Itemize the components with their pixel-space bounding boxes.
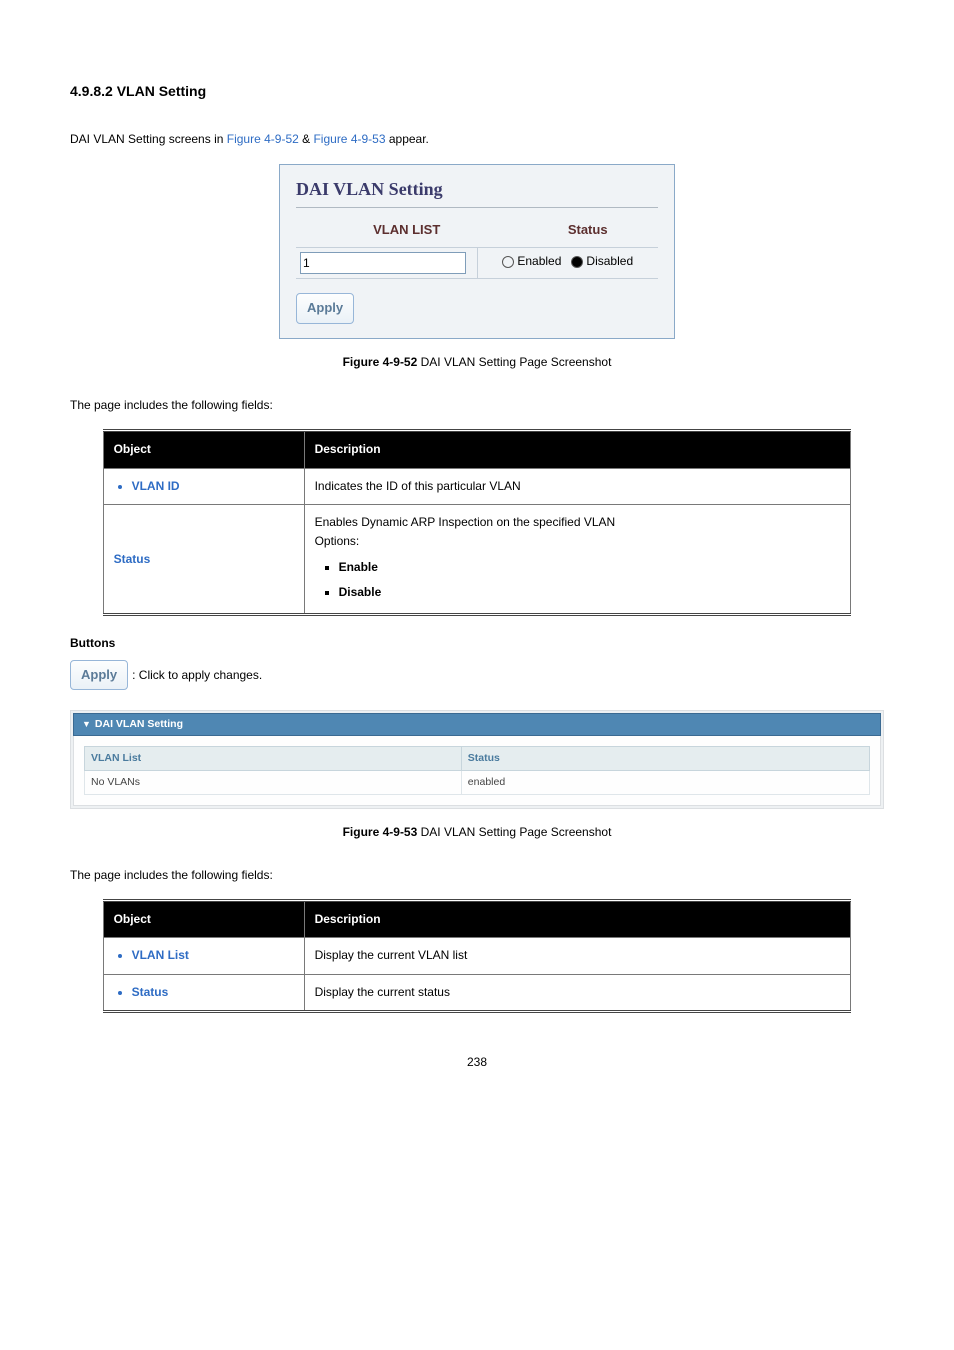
table-row: Status Enables Dynamic ARP Inspection on… [103, 504, 851, 615]
table1-obj-vlan-id: VLAN ID [132, 477, 294, 496]
section-heading: 4.9.8.2 VLAN Setting [70, 80, 884, 102]
table-row: No VLANs enabled [85, 771, 870, 795]
panel-input-row: Enabled Disabled [296, 247, 658, 279]
table2-header-description: Description [304, 901, 851, 938]
figure-link-1[interactable]: Figure 4-9-52 [227, 132, 299, 146]
table1-header-description: Description [304, 431, 851, 468]
radio-enabled[interactable] [502, 256, 514, 268]
intro-text-amp: & [299, 132, 314, 146]
table1-desc-vlan-id: Indicates the ID of this particular VLAN [304, 468, 851, 504]
vlan-list-input[interactable] [300, 252, 466, 274]
figure-2-caption-num: Figure 4-9-53 [343, 825, 418, 839]
table1-status-line2: Options: [315, 532, 841, 551]
intro-paragraph: DAI VLAN Setting screens in Figure 4-9-5… [70, 130, 884, 149]
table-row: VLAN List Display the current VLAN list [103, 938, 851, 974]
description-table-2: Object Description VLAN List Display the… [103, 899, 852, 1013]
figure-link-2[interactable]: Figure 4-9-53 [313, 132, 385, 146]
col-header-vlan-list: VLAN LIST [296, 214, 517, 247]
table2-header-object: Object [103, 901, 304, 938]
status-col-vlan-list: VLAN List [85, 747, 462, 771]
status-table: VLAN List Status No VLANs enabled [84, 746, 870, 795]
figure-2-container: ▼ DAI VLAN Setting VLAN List Status No VL… [70, 710, 884, 808]
status-panel-title: DAI VLAN Setting [95, 718, 183, 730]
fields-intro-1: The page includes the following fields: [70, 396, 884, 415]
table1-desc-status: Enables Dynamic ARP Inspection on the sp… [304, 504, 851, 615]
table-row: VLAN ID Indicates the ID of this particu… [103, 468, 851, 504]
page-number: 238 [70, 1053, 884, 1072]
intro-text-prefix: DAI VLAN Setting screens in [70, 132, 227, 146]
table-row: Status Display the current status [103, 974, 851, 1011]
figure-2-caption-text: DAI VLAN Setting Page Screenshot [417, 825, 611, 839]
table2-obj-status: Status [132, 983, 294, 1002]
chevron-down-icon: ▼ [82, 717, 91, 731]
radio-disabled[interactable] [571, 256, 583, 268]
status-panel-bar[interactable]: ▼ DAI VLAN Setting [73, 713, 881, 736]
apply-button[interactable]: Apply [296, 293, 354, 324]
table1-status-line1: Enables Dynamic ARP Inspection on the sp… [315, 513, 841, 532]
panel-title: DAI VLAN Setting [296, 175, 658, 209]
table1-opt-disable: Disable [339, 580, 841, 605]
buttons-row: Apply : Click to apply changes. [70, 660, 884, 691]
apply-button-description: : Click to apply changes. [132, 667, 262, 681]
table1-obj-status: Status [114, 552, 151, 566]
status-val-vlan-list: No VLANs [85, 771, 462, 795]
figure-1-container: DAI VLAN Setting VLAN LIST Status Enable… [70, 164, 884, 339]
dai-vlan-setting-panel: DAI VLAN Setting VLAN LIST Status Enable… [279, 164, 675, 339]
status-col-status: Status [461, 747, 869, 771]
buttons-heading: Buttons [70, 634, 884, 653]
figure-1-caption-num: Figure 4-9-52 [343, 355, 418, 369]
table1-opt-enable: Enable [339, 555, 841, 580]
apply-button-sample[interactable]: Apply [70, 660, 128, 691]
description-table-1: Object Description VLAN ID Indicates the… [103, 429, 852, 616]
figure-1-caption-text: DAI VLAN Setting Page Screenshot [417, 355, 611, 369]
radio-enabled-label: Enabled [517, 254, 561, 268]
radio-disabled-label: Disabled [586, 254, 633, 268]
table1-header-object: Object [103, 431, 304, 468]
table2-obj-vlan-list: VLAN List [132, 946, 294, 965]
table2-desc-vlan-list: Display the current VLAN list [304, 938, 851, 974]
intro-text-suffix: appear. [386, 132, 429, 146]
figure-1-caption: Figure 4-9-52 DAI VLAN Setting Page Scre… [70, 353, 884, 372]
panel-header-row: VLAN LIST Status [296, 214, 658, 247]
figure-2-caption: Figure 4-9-53 DAI VLAN Setting Page Scre… [70, 823, 884, 842]
col-header-status: Status [517, 214, 658, 247]
status-val-status: enabled [461, 771, 869, 795]
dai-vlan-setting-status-panel: ▼ DAI VLAN Setting VLAN List Status No VL… [70, 710, 884, 808]
fields-intro-2: The page includes the following fields: [70, 866, 884, 885]
table2-desc-status: Display the current status [304, 974, 851, 1011]
